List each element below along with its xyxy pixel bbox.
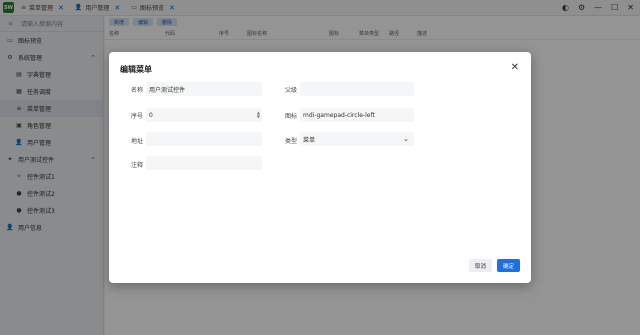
- remark-label: 注释: [130, 162, 143, 169]
- order-label: 序号: [130, 113, 143, 120]
- parent-label: 父级: [284, 87, 297, 94]
- confirm-button[interactable]: 确定: [497, 259, 520, 272]
- name-value: 用户测试控件: [149, 86, 186, 94]
- parent-field[interactable]: [300, 82, 414, 96]
- type-value: 菜单: [303, 136, 316, 144]
- address-field[interactable]: [146, 132, 262, 146]
- remark-field[interactable]: [146, 156, 262, 170]
- icon-value: mdi-gamepad-circle-left: [303, 111, 375, 119]
- icon-label: 图标: [284, 113, 297, 120]
- cancel-button[interactable]: 取消: [469, 259, 492, 272]
- chevron-down-icon: ⌄: [403, 135, 409, 143]
- close-icon[interactable]: ✕: [511, 62, 519, 73]
- decrement-icon[interactable]: ▼: [257, 115, 260, 119]
- dialog-title: 编辑菜单: [120, 65, 152, 74]
- spinner-arrows[interactable]: ▲ ▼: [257, 111, 260, 119]
- name-label: 名称: [130, 87, 143, 94]
- type-label: 类型: [284, 138, 297, 145]
- order-stepper[interactable]: 0 ▲ ▼: [146, 108, 262, 122]
- icon-field[interactable]: mdi-gamepad-circle-left: [300, 108, 414, 122]
- type-select[interactable]: 菜单 ⌄: [300, 132, 414, 146]
- order-value: 0: [149, 111, 153, 119]
- address-label: 地址: [130, 138, 143, 145]
- edit-menu-dialog: 编辑菜单 ✕ 名称 用户测试控件 父级 序号 0 ▲ ▼ 图标 mdi-game…: [109, 52, 531, 283]
- name-field[interactable]: 用户测试控件: [146, 82, 262, 96]
